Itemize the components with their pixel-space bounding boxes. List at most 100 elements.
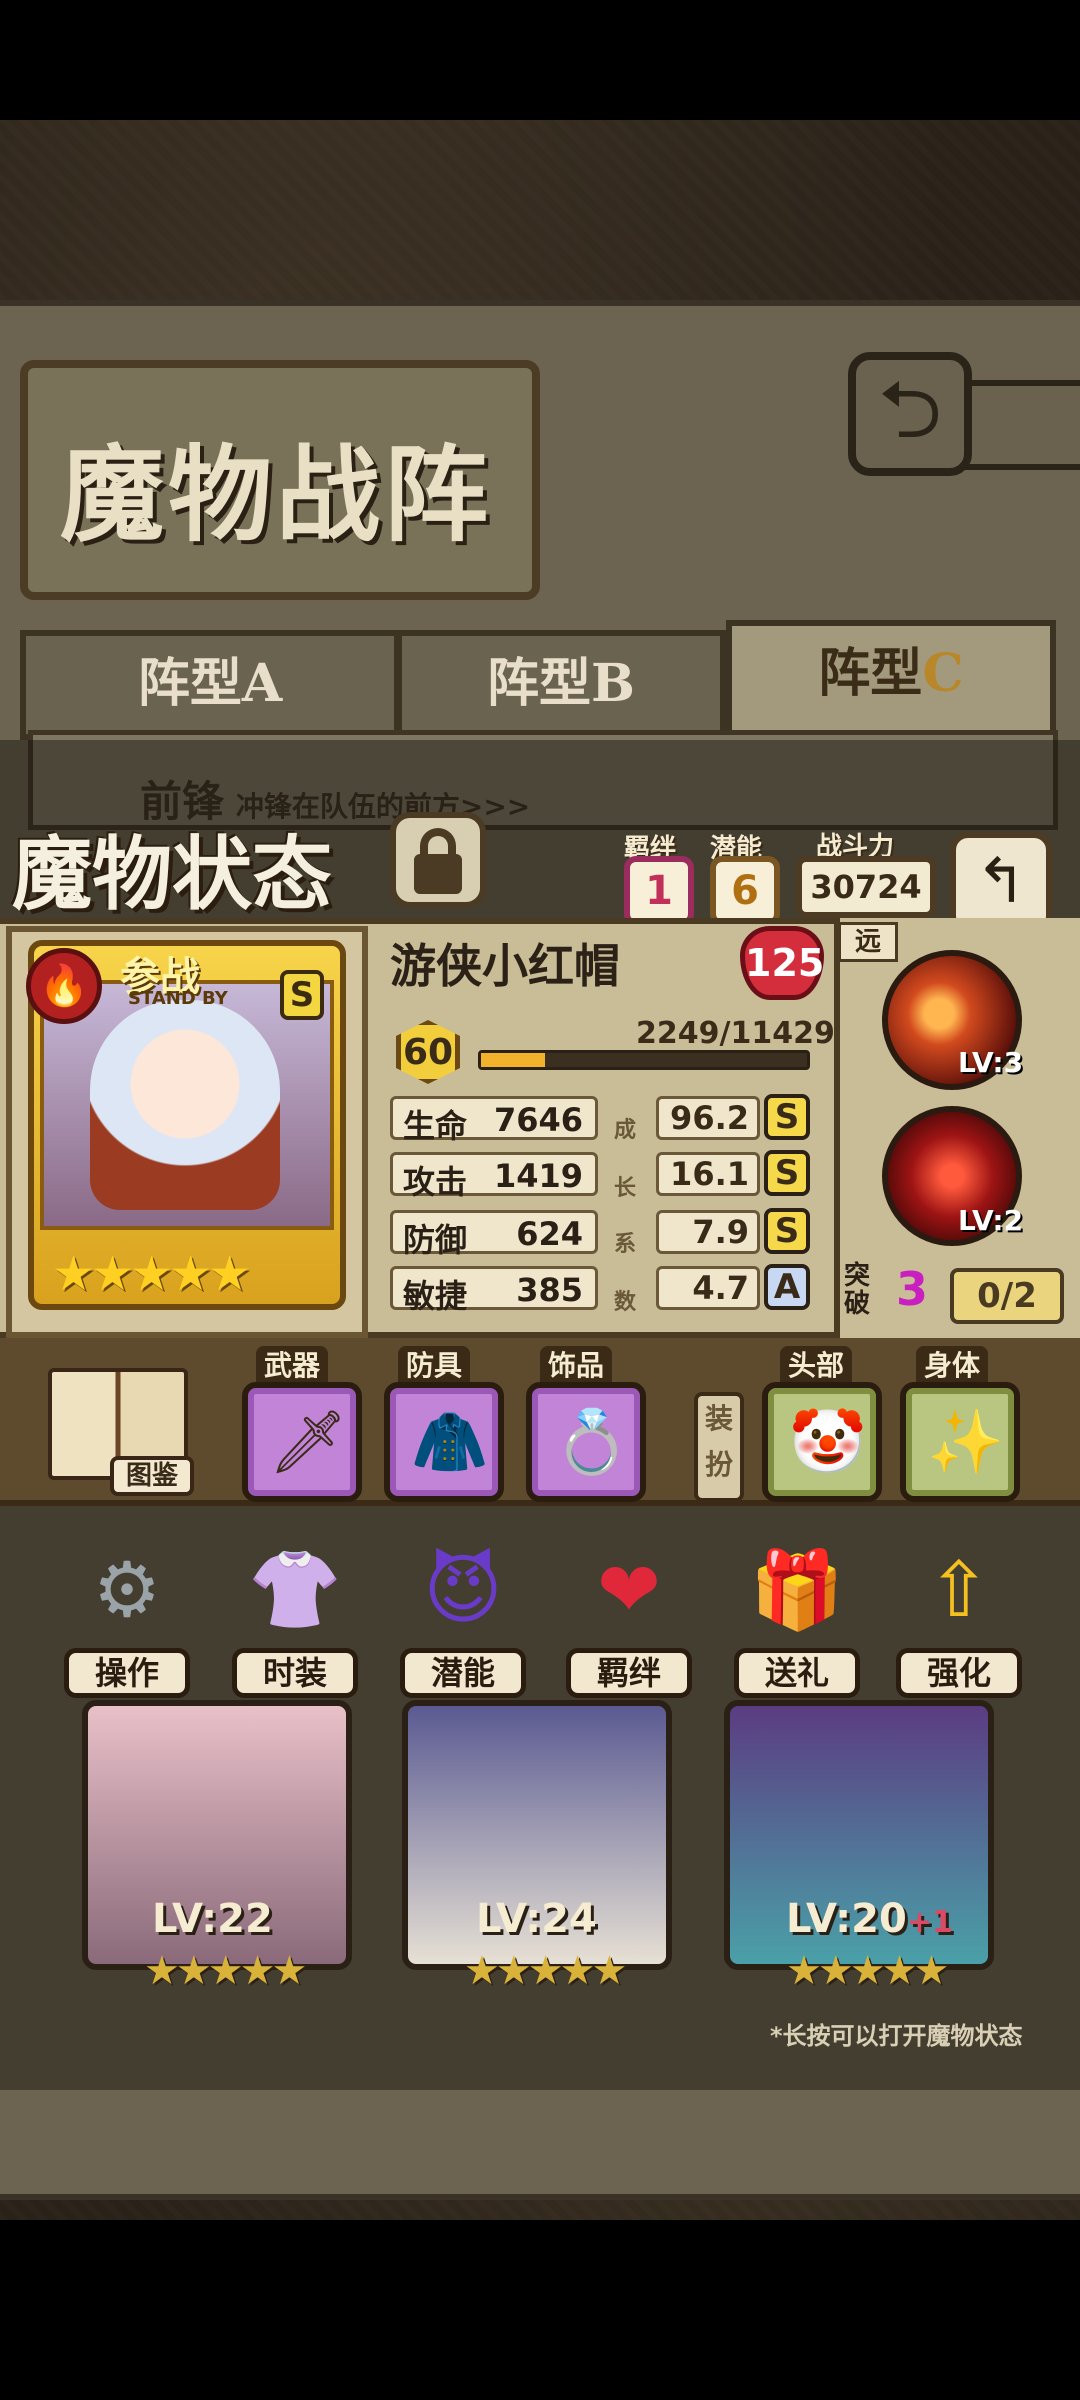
menu-label: 羁绊 bbox=[566, 1648, 692, 1698]
lock-icon-body bbox=[414, 854, 462, 894]
tab-formation-c[interactable]: 阵型C bbox=[726, 620, 1056, 740]
tab-letter: C bbox=[922, 643, 964, 704]
growth-defense: 7.9 bbox=[656, 1210, 760, 1254]
upgrade-button[interactable]: ⇧ 强化 bbox=[896, 1540, 1022, 1698]
breakthrough-value: 3 bbox=[896, 1262, 929, 1316]
rank-badge: S bbox=[280, 970, 324, 1020]
back-button[interactable]: ⮌ bbox=[848, 352, 972, 476]
status-title: 魔物状态 bbox=[12, 827, 332, 921]
bond-hearts-icon: ❤ bbox=[597, 1545, 661, 1634]
codex-label[interactable]: 图鉴 bbox=[110, 1456, 194, 1496]
gift-button[interactable]: 🎁 送礼 bbox=[734, 1540, 860, 1698]
team-card-1-level: LV:22 bbox=[152, 1896, 273, 1942]
lock-button[interactable] bbox=[390, 812, 486, 908]
tab-letter: B bbox=[591, 653, 635, 714]
body-label: 身体 bbox=[916, 1346, 989, 1386]
team-card-2-level: LV:24 bbox=[476, 1896, 597, 1942]
breakthrough-label: 突破 bbox=[844, 1261, 871, 1319]
armor-slot[interactable]: 🧥 bbox=[384, 1382, 504, 1502]
gear-icon: ⚙ bbox=[92, 1545, 162, 1634]
team-card-3-stars: ★★★★★ bbox=[786, 1948, 949, 1994]
monster-portrait bbox=[90, 1000, 280, 1210]
growth-label-2: 长 bbox=[614, 1176, 637, 1201]
operate-button[interactable]: ⚙ 操作 bbox=[64, 1540, 190, 1698]
long-press-hint: *长按可以打开魔物状态 bbox=[770, 2022, 1023, 2050]
growth-label-3: 系 bbox=[614, 1232, 637, 1257]
growth-label-1: 成 bbox=[614, 1118, 637, 1143]
skill-2-level: LV:2 bbox=[958, 1204, 1024, 1237]
potential-value: 6 bbox=[710, 856, 780, 926]
stat-value: 1419 bbox=[493, 1157, 583, 1195]
range-tag: 远 bbox=[838, 922, 898, 962]
menu-label: 时装 bbox=[232, 1648, 358, 1698]
team-card-3-level-text: LV:20 bbox=[786, 1896, 907, 1942]
growth-attack: 16.1 bbox=[656, 1152, 760, 1196]
tab-formation-a[interactable]: 阵型A bbox=[20, 630, 400, 740]
clown-wig-icon: 🤡 bbox=[789, 1405, 867, 1478]
fashion-button[interactable]: 👚 时装 bbox=[232, 1540, 358, 1698]
armor-label: 防具 bbox=[398, 1346, 471, 1386]
xp-bar-fill bbox=[481, 1053, 546, 1067]
affection-heart-icon: 125 bbox=[740, 926, 824, 1000]
accessory-slot[interactable]: 💍 bbox=[526, 1382, 646, 1502]
grade-badge-hp: S bbox=[764, 1094, 810, 1140]
stat-row-defense: 防御 624 bbox=[390, 1210, 598, 1259]
stat-label: 防御 bbox=[403, 1221, 468, 1259]
sparkle-icon: ✨ bbox=[927, 1405, 1005, 1478]
grade-badge-attack: S bbox=[764, 1150, 810, 1196]
stat-row-hp: 生命 7646 bbox=[390, 1096, 598, 1145]
back-bar bbox=[960, 380, 1080, 470]
team-card-2-stars: ★★★★★ bbox=[464, 1948, 627, 1994]
fire-element-icon: 🔥 bbox=[26, 948, 102, 1024]
upgrade-arrows-icon: ⇧ bbox=[927, 1545, 991, 1634]
return-arrow-icon: ⮌ bbox=[877, 363, 943, 456]
bond-button[interactable]: ❤ 羁绊 bbox=[566, 1540, 692, 1698]
cloak-icon: 🧥 bbox=[411, 1405, 489, 1478]
stat-label: 敏捷 bbox=[403, 1277, 468, 1315]
weapon-slot[interactable]: 🗡 bbox=[242, 1382, 362, 1502]
head-label: 头部 bbox=[780, 1346, 853, 1386]
xp-text: 2249/11429 bbox=[636, 1016, 835, 1051]
team-card-3-level: LV:20+1 bbox=[786, 1896, 953, 1942]
potential-demon-icon: 😈 bbox=[423, 1545, 503, 1634]
stat-value: 624 bbox=[516, 1215, 583, 1253]
head-slot[interactable]: 🤡 bbox=[762, 1382, 882, 1502]
card-stars: ★★★★★ bbox=[52, 1246, 251, 1302]
return-arrow-icon: ↰ bbox=[975, 844, 1027, 917]
page-title: 魔物战阵 bbox=[60, 433, 493, 556]
tab-label: 阵型 bbox=[818, 643, 923, 704]
stat-label: 攻击 bbox=[403, 1163, 468, 1201]
dress-label: 装扮 bbox=[694, 1392, 744, 1502]
monster-name: 游侠小红帽 bbox=[390, 939, 620, 993]
stat-row-agility: 敏捷 385 bbox=[390, 1266, 598, 1315]
menu-label: 强化 bbox=[896, 1648, 1022, 1698]
gift-icon: 🎁 bbox=[749, 1545, 845, 1634]
stat-value: 385 bbox=[516, 1271, 583, 1309]
standby-sub: STAND BY bbox=[128, 988, 228, 1009]
stat-row-attack: 攻击 1419 bbox=[390, 1152, 598, 1201]
tab-letter: A bbox=[241, 653, 283, 714]
tab-label: 阵型 bbox=[137, 653, 242, 714]
growth-agility: 4.7 bbox=[656, 1266, 760, 1310]
menu-label: 送礼 bbox=[734, 1648, 860, 1698]
accessory-label: 饰品 bbox=[540, 1346, 613, 1386]
power-value: 30724 bbox=[796, 856, 936, 918]
menu-label: 潜能 bbox=[400, 1648, 526, 1698]
tab-formation-b[interactable]: 阵型B bbox=[396, 630, 726, 740]
potential-button[interactable]: 😈 潜能 bbox=[400, 1540, 526, 1698]
team-card-3-plus: +1 bbox=[906, 1905, 953, 1940]
tab-label: 阵型 bbox=[487, 653, 592, 714]
breakthrough-progress[interactable]: 0/2 bbox=[950, 1268, 1064, 1324]
stat-label: 生命 bbox=[403, 1107, 468, 1145]
team-card-1-stars: ★★★★★ bbox=[144, 1948, 307, 1994]
xp-bar bbox=[478, 1050, 810, 1070]
grade-badge-agility: A bbox=[764, 1264, 810, 1310]
body-slot[interactable]: ✨ bbox=[900, 1382, 1020, 1502]
growth-hp: 96.2 bbox=[656, 1096, 760, 1140]
weapon-label: 武器 bbox=[256, 1346, 329, 1386]
outfit-icon: 👚 bbox=[247, 1545, 343, 1634]
ring-icon: 💍 bbox=[553, 1405, 631, 1478]
growth-label-4: 数 bbox=[614, 1290, 637, 1315]
menu-label: 操作 bbox=[64, 1648, 190, 1698]
spear-icon: 🗡 bbox=[268, 1405, 348, 1478]
